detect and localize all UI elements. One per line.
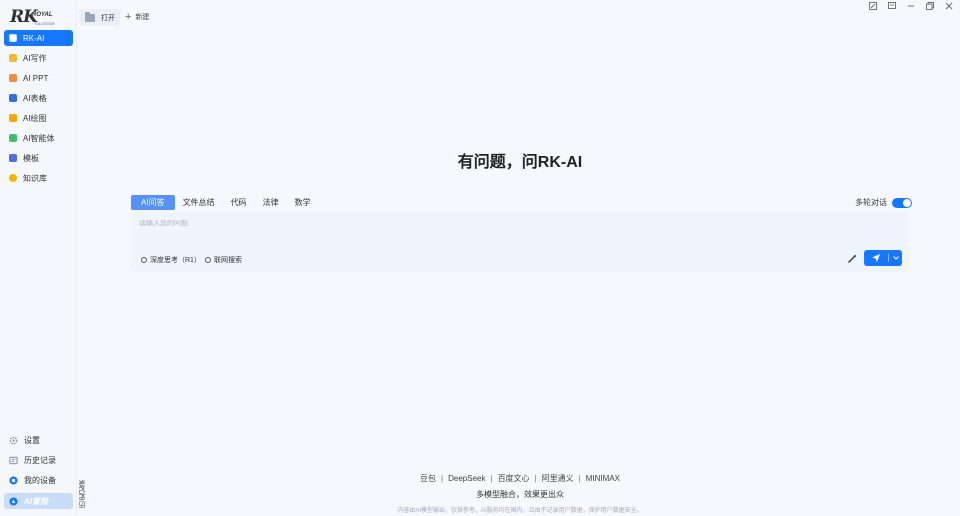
tab-ai-qa[interactable]: AI问答 <box>131 195 175 210</box>
gear-icon <box>9 436 18 444</box>
model-name: 百度文心 <box>497 474 530 483</box>
logo-sub: KILOSTAR <box>35 21 55 26</box>
question-input[interactable] <box>139 220 739 227</box>
sidebar-item-label: RK-AI <box>23 33 45 43</box>
new-button-label: 新建 <box>135 14 150 21</box>
sidebar-item-label: AI绘图 <box>23 113 47 123</box>
chevron-down-icon[interactable] <box>889 256 902 260</box>
tab-code[interactable]: 代码 <box>223 195 255 210</box>
multi-turn-toggle[interactable] <box>892 197 912 208</box>
history-icon <box>9 456 18 464</box>
send-icon <box>864 253 888 263</box>
sidebar: RK ROYAL KILOSTAR RK-AI AI写作 AI PPT AI表格… <box>0 0 77 516</box>
multi-turn-label: 多轮对话 <box>855 198 887 207</box>
sidebar-item-label: AI表格 <box>23 93 47 103</box>
web-search-toggle[interactable]: 联网搜索 <box>205 255 242 265</box>
rk-ai-icon <box>9 34 17 42</box>
close-icon[interactable] <box>944 1 954 11</box>
sidebar-item-label: AI PPT <box>23 73 49 83</box>
sidebar-item-label: AI写作 <box>23 53 47 63</box>
new-button[interactable]: + 新建 <box>125 11 150 23</box>
sidebar-item-rk-ai[interactable]: RK-AI <box>4 30 73 46</box>
drawing-icon <box>9 114 17 122</box>
sidebar-item-settings[interactable]: 设置 <box>4 432 73 448</box>
search-icon <box>205 257 211 263</box>
sidebar-item-ai-ppt[interactable]: AI PPT <box>4 70 73 86</box>
sidebar-item-label: AI智能体 <box>23 133 55 143</box>
writing-icon <box>9 54 17 62</box>
table-icon <box>9 94 17 102</box>
multi-turn-setting: 多轮对话 <box>855 197 912 208</box>
model-name: 阿里通义 <box>541 474 574 483</box>
deep-thinking-toggle[interactable]: 深度思考（R1） <box>141 255 201 265</box>
question-panel: 深度思考（R1） 联网搜索 <box>131 212 909 272</box>
disclaimer: 内容由AI模型输出，仅供参考。AI服务均在国内，且由不记录用户数据，保护用户数据… <box>397 508 643 514</box>
tab-law[interactable]: 法律 <box>255 195 287 210</box>
sidebar-item-label: 设置 <box>24 435 40 445</box>
sidebar-item-label: 知识库 <box>23 173 47 183</box>
model-name: MINIMAX <box>585 474 620 483</box>
web-search-label: 联网搜索 <box>214 257 242 264</box>
open-tab[interactable]: 打开 <box>79 9 120 26</box>
window-controls <box>868 1 954 11</box>
sidebar-item-knowledge-base[interactable]: 知识库 <box>4 170 73 186</box>
logo-royal: ROYAL <box>32 12 53 18</box>
ppt-icon <box>9 74 17 82</box>
deep-thinking-label: 深度思考（R1） <box>150 257 201 264</box>
mode-tabs: AI问答 文件总结 代码 法律 数学 <box>131 195 319 210</box>
tagline: 多模型融合，效果更出众 <box>476 490 564 499</box>
edit-icon[interactable] <box>868 1 878 11</box>
open-tab-label: 打开 <box>101 14 115 22</box>
knowledge-icon <box>9 174 17 182</box>
message-icon[interactable] <box>887 1 897 11</box>
page-title: 有问题，问RK-AI <box>457 154 583 171</box>
plus-icon: + <box>125 11 132 23</box>
sidebar-item-ai-agent[interactable]: AI智能体 <box>4 130 73 146</box>
magic-wand-icon[interactable] <box>847 254 857 267</box>
model-name: 豆包 <box>420 474 437 483</box>
sidebar-item-history[interactable]: 历史记录 <box>4 452 73 468</box>
sidebar-item-ai-table[interactable]: AI表格 <box>4 90 73 106</box>
minimize-icon[interactable] <box>906 1 916 11</box>
model-list: 豆包 | DeepSeek | 百度文心 | 阿里通义 | MINIMAX <box>420 474 620 483</box>
restore-icon[interactable] <box>925 1 935 11</box>
send-button[interactable] <box>864 250 902 266</box>
tab-file-summary[interactable]: 文件总结 <box>175 195 223 210</box>
sidebar-item-ai-drawing[interactable]: AI绘图 <box>4 110 73 126</box>
sidebar-item-ai-writing[interactable]: AI写作 <box>4 50 73 66</box>
model-name: DeepSeek <box>448 474 486 483</box>
folder-icon <box>85 11 95 22</box>
app-logo: RK ROYAL KILOSTAR <box>10 7 60 29</box>
agent-icon <box>9 134 17 142</box>
sidebar-item-label: 历史记录 <box>24 455 56 465</box>
deep-thinking-icon <box>141 257 147 263</box>
tab-math[interactable]: 数学 <box>287 195 319 210</box>
